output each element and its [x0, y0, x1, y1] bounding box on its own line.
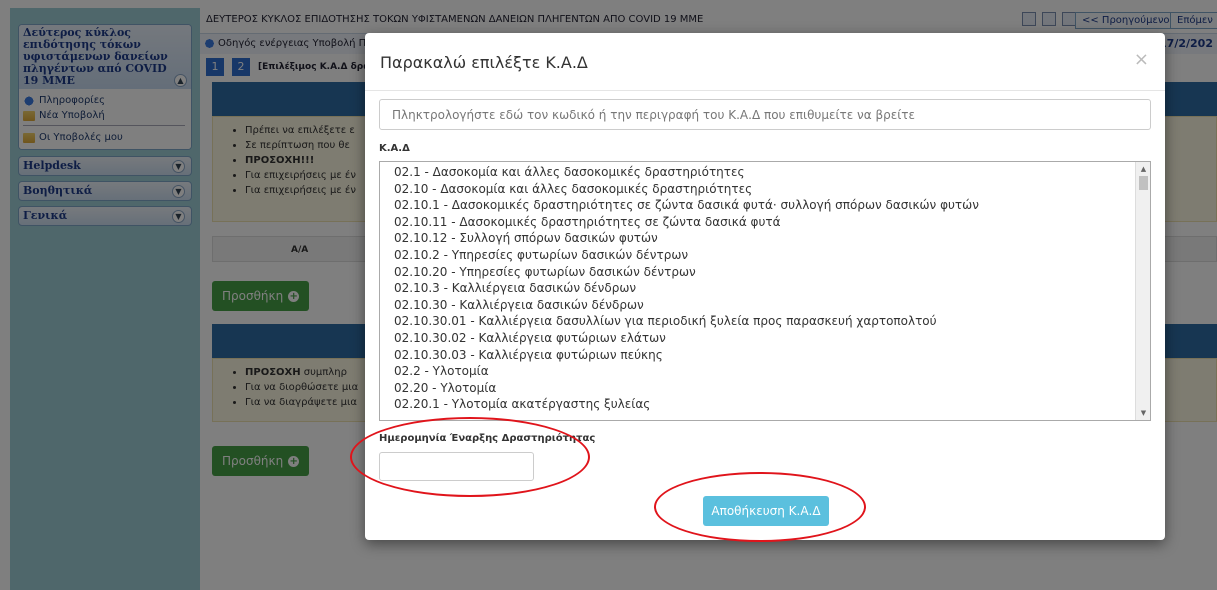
annotation-ellipse-date: [350, 417, 590, 497]
kad-option[interactable]: 02.10.12 - Συλλογή σπόρων δασικών φυτών: [380, 230, 1136, 247]
kad-option[interactable]: 02.10.1 - Δασοκομικές δραστηριότητες σε …: [380, 197, 1136, 214]
kad-option[interactable]: 02.2 - Υλοτομία: [380, 363, 1136, 380]
kad-option[interactable]: 02.10.2 - Υπηρεσίες φυτωρίων δασικών δέν…: [380, 247, 1136, 264]
kad-option[interactable]: 02.10.30.03 - Καλλιέργεια φυτώριων πεύκη…: [380, 347, 1136, 364]
kad-option[interactable]: 02.20 - Υλοτομία: [380, 380, 1136, 397]
modal-header: Παρακαλώ επιλέξτε Κ.Α.Δ ×: [365, 33, 1165, 91]
scroll-down-icon[interactable]: ▼: [1136, 406, 1150, 420]
annotation-ellipse-save: [654, 472, 866, 542]
kad-option[interactable]: 02.20.1 - Υλοτομία ακατέργαστης ξυλείας: [380, 396, 1136, 413]
kad-search-input[interactable]: [379, 99, 1151, 130]
scroll-thumb[interactable]: [1139, 176, 1148, 190]
kad-option[interactable]: 02.10.11 - Δασοκομικές δραστηριότητες σε…: [380, 214, 1136, 231]
kad-label: Κ.Α.Δ: [379, 143, 410, 154]
kad-option[interactable]: 02.10.3 - Καλλιέργεια δασικών δένδρων: [380, 280, 1136, 297]
modal-title: Παρακαλώ επιλέξτε Κ.Α.Δ: [380, 53, 588, 72]
kad-option[interactable]: 02.10.30 - Καλλιέργεια δασικών δένδρων: [380, 297, 1136, 314]
kad-option[interactable]: 02.10.20 - Υπηρεσίες φυτωρίων δασικών δέ…: [380, 264, 1136, 281]
kad-option[interactable]: 02.1 - Δασοκομία και άλλες δασοκομικές δ…: [380, 164, 1136, 181]
scroll-up-icon[interactable]: ▲: [1136, 162, 1150, 176]
scrollbar[interactable]: ▲ ▼: [1135, 162, 1150, 420]
kad-option[interactable]: 02.10.30.02 - Καλλιέργεια φυτώριων ελάτω…: [380, 330, 1136, 347]
kad-list: 02.1 - Δασοκομία και άλλες δασοκομικές δ…: [380, 164, 1136, 413]
kad-option[interactable]: 02.10 - Δασοκομία και άλλες δασοκομικές …: [380, 181, 1136, 198]
kad-listbox[interactable]: 02.1 - Δασοκομία και άλλες δασοκομικές δ…: [379, 161, 1151, 421]
close-icon[interactable]: ×: [1134, 49, 1149, 70]
kad-option[interactable]: 02.10.30.01 - Καλλιέργεια δασυλλίων για …: [380, 313, 1136, 330]
